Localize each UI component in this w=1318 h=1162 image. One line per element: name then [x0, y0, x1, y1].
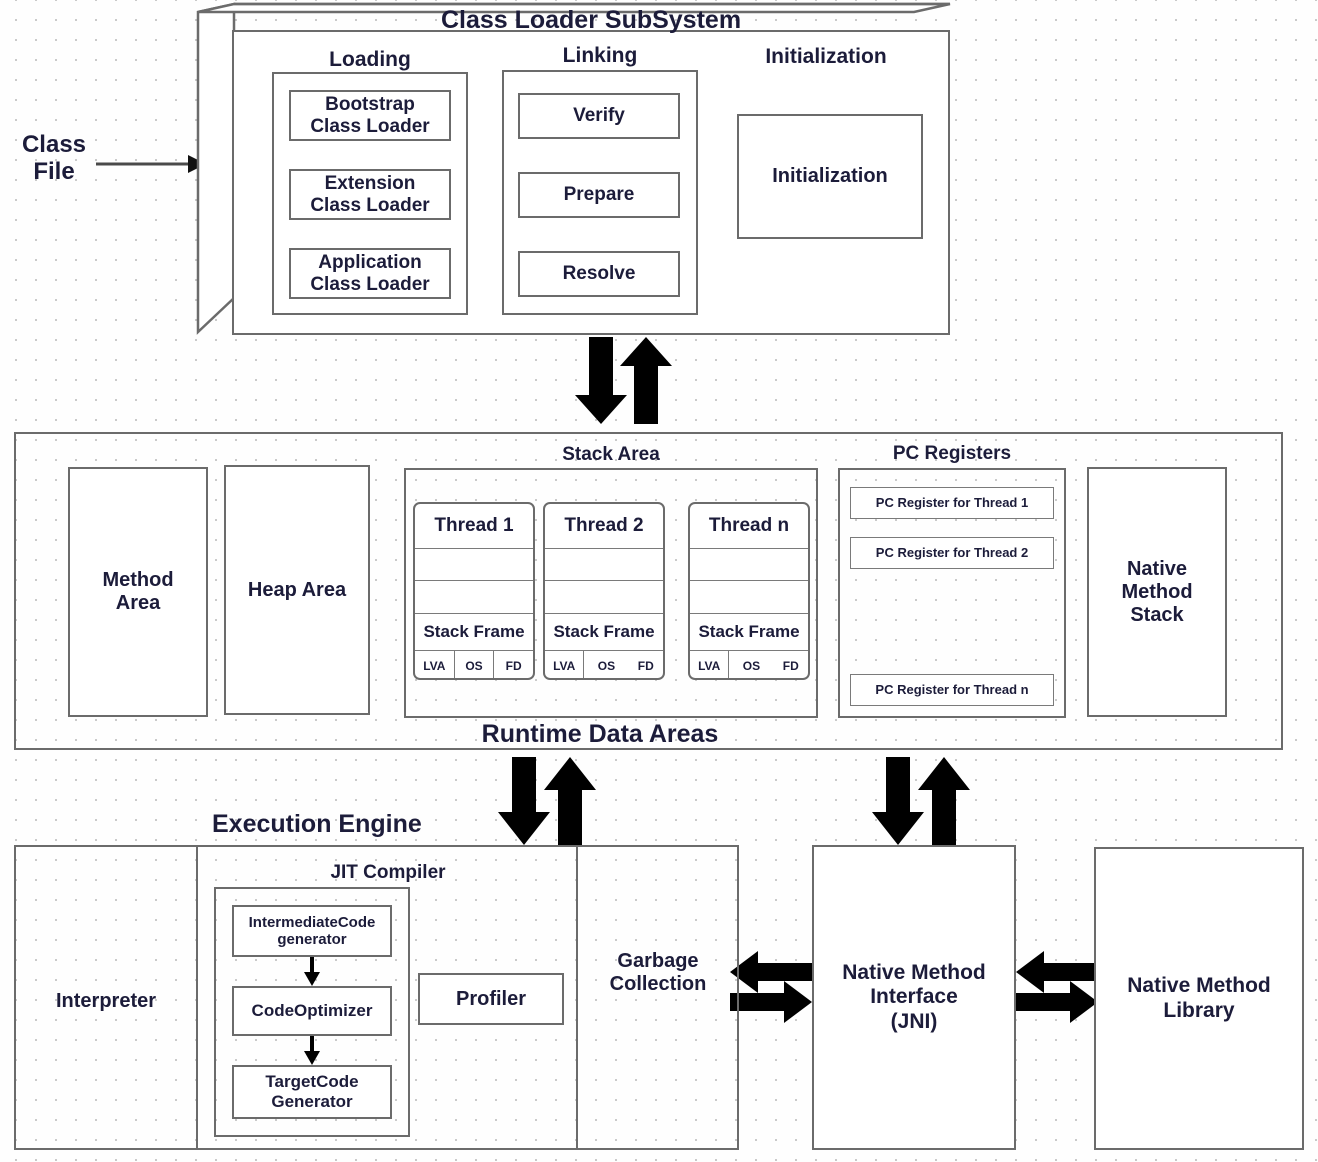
- stack-area-label: Stack Area: [562, 444, 660, 465]
- thread-n-frame-fd: FD: [782, 658, 799, 673]
- thread-1-frame-os: OS: [455, 651, 495, 678]
- class-file-label: Class File: [21, 131, 87, 185]
- arrow-gc-to-jni-right: [730, 981, 812, 1023]
- verify-box[interactable]: Verify: [518, 93, 680, 139]
- extension-class-loader-box[interactable]: Extension Class Loader: [289, 169, 451, 220]
- arrow-runtime-to-loader-up: [620, 337, 672, 424]
- thread-2-frame-os: OS: [597, 658, 616, 673]
- jvm-architecture-diagram: Class File Class Loader SubSystem Loadin…: [0, 0, 1318, 1162]
- thread-n-frame-lva: LVA: [690, 651, 730, 678]
- arrow-jni-to-library-right: [1016, 981, 1098, 1023]
- garbage-collection-label[interactable]: Garbage Collection: [580, 945, 736, 1001]
- initialization-section-label: Initialization: [765, 45, 887, 68]
- interpreter-divider: [196, 847, 198, 1148]
- thread-1-frame-lva: LVA: [415, 651, 455, 678]
- bootstrap-class-loader-box[interactable]: Bootstrap Class Loader: [289, 90, 451, 141]
- pc-register-thread-2[interactable]: PC Register for Thread 2: [850, 537, 1054, 569]
- arrow-jni-to-gc-left: [730, 951, 812, 993]
- arrow-engine-to-runtime-up: [544, 757, 596, 845]
- arrow-classfile-to-loader: [96, 155, 206, 173]
- pc-register-thread-1[interactable]: PC Register for Thread 1: [850, 487, 1054, 519]
- arrow-jni-to-runtime-up: [918, 757, 970, 845]
- thread-2-frame-lva: LVA: [545, 651, 585, 678]
- thread-n-empty-row-2: [690, 581, 808, 614]
- class-loader-subsystem-title: Class Loader SubSystem: [440, 6, 742, 34]
- jit-compiler-label: JIT Compiler: [330, 862, 446, 883]
- loading-section-label: Loading: [329, 48, 411, 71]
- thread-1-stack-frame-label: Stack Frame: [415, 614, 533, 651]
- thread-stack-1[interactable]: Thread 1 Stack Frame LVA OS FD: [413, 502, 535, 680]
- arrow-runtime-to-jni-down: [872, 757, 924, 845]
- thread-n-empty-row-1: [690, 549, 808, 581]
- prepare-box[interactable]: Prepare: [518, 172, 680, 218]
- thread-1-name: Thread 1: [415, 504, 533, 549]
- intermediate-code-generator-box[interactable]: IntermediateCode generator: [232, 905, 392, 957]
- arrow-library-to-jni-left: [1016, 951, 1098, 993]
- garbage-collection-divider: [576, 847, 578, 1148]
- pc-register-thread-n[interactable]: PC Register for Thread n: [850, 674, 1054, 706]
- thread-1-empty-row-1: [415, 549, 533, 581]
- thread-2-stack-frame-label: Stack Frame: [545, 614, 663, 651]
- interpreter-label[interactable]: Interpreter: [18, 975, 194, 1027]
- resolve-box[interactable]: Resolve: [518, 251, 680, 297]
- thread-stack-n[interactable]: Thread n Stack Frame LVA OS FD: [688, 502, 810, 680]
- native-method-interface-box[interactable]: Native Method Interface (JNI): [812, 845, 1016, 1150]
- arrow-loader-to-runtime-down: [575, 337, 627, 424]
- thread-1-empty-row-2: [415, 581, 533, 614]
- thread-n-stack-frame-label: Stack Frame: [690, 614, 808, 651]
- execution-engine-title: Execution Engine: [212, 810, 422, 838]
- thread-2-empty-row-1: [545, 549, 663, 581]
- thread-n-frame-os: OS: [742, 658, 761, 673]
- target-code-generator-box[interactable]: TargetCode Generator: [232, 1065, 392, 1119]
- method-area-box[interactable]: Method Area: [68, 467, 208, 717]
- thread-stack-2[interactable]: Thread 2 Stack Frame LVA OS FD: [543, 502, 665, 680]
- profiler-box[interactable]: Profiler: [418, 973, 564, 1025]
- pc-registers-label: PC Registers: [892, 443, 1012, 464]
- code-optimizer-box[interactable]: CodeOptimizer: [232, 986, 392, 1036]
- application-class-loader-box[interactable]: Application Class Loader: [289, 248, 451, 299]
- linking-section-label: Linking: [562, 44, 638, 67]
- thread-2-empty-row-2: [545, 581, 663, 614]
- heap-area-box[interactable]: Heap Area: [224, 465, 370, 715]
- native-method-library-box[interactable]: Native Method Library: [1094, 847, 1304, 1150]
- thread-1-frame-fd: FD: [505, 658, 522, 673]
- thread-2-name: Thread 2: [545, 504, 663, 549]
- thread-n-name: Thread n: [690, 504, 808, 549]
- native-method-stack-box[interactable]: Native Method Stack: [1087, 467, 1227, 717]
- thread-2-frame-fd: FD: [637, 658, 654, 673]
- runtime-data-areas-title: Runtime Data Areas: [481, 720, 719, 748]
- initialization-box[interactable]: Initialization: [737, 114, 923, 239]
